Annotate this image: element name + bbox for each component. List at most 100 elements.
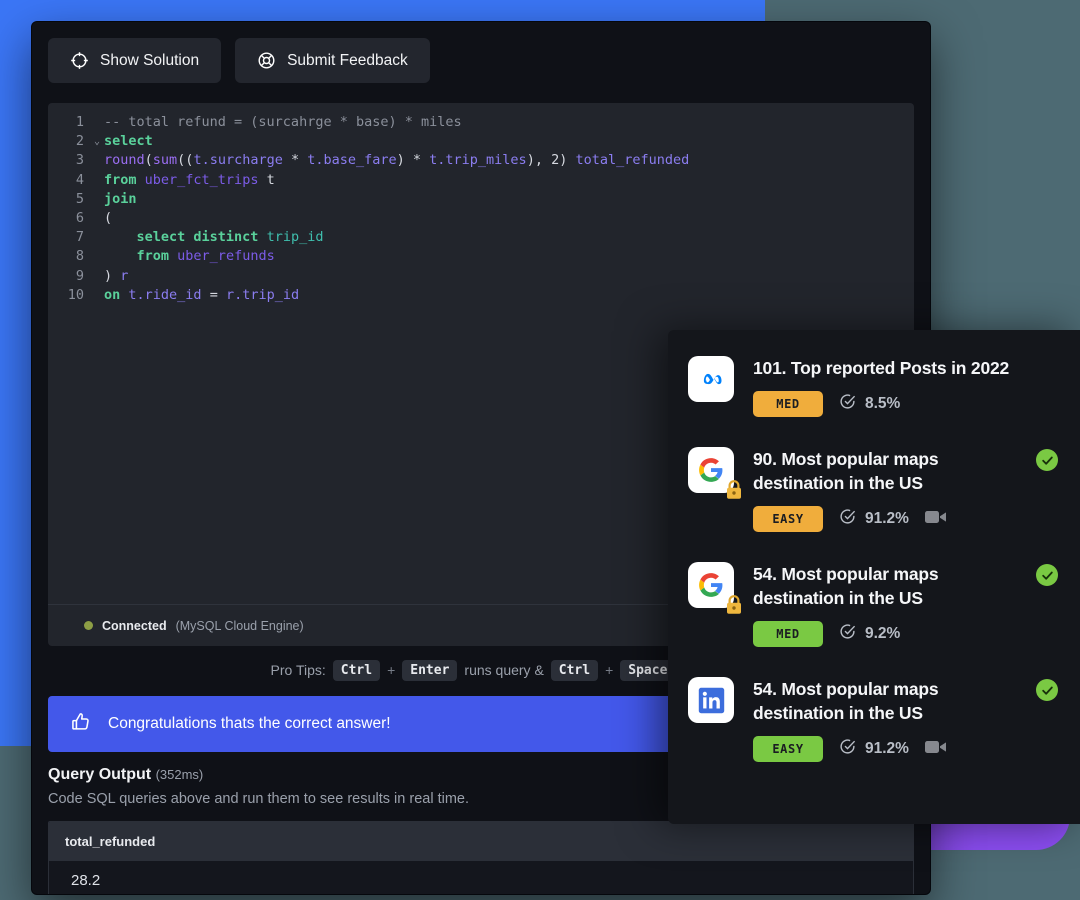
- pro-tips-middle: runs query &: [464, 662, 544, 678]
- problem-item-body: 54. Most popular maps destination in the…: [753, 677, 1060, 762]
- code-token: t.ride_id: [128, 286, 202, 303]
- check-circle-icon: [839, 508, 856, 530]
- code-line: 6(: [48, 209, 914, 228]
- code-line: 1 -- total refund = (surcahrge * base) * …: [48, 113, 914, 132]
- line-number: 6: [75, 210, 84, 227]
- problem-list-item[interactable]: 54. Most popular maps destination in the…: [668, 677, 1080, 762]
- line-number: 10: [67, 286, 84, 303]
- line-number: 1: [75, 114, 84, 130]
- plus-sign-2: +: [605, 662, 614, 678]
- code-token: ((: [177, 152, 194, 169]
- code-token: trip_id: [266, 229, 324, 246]
- query-output-time: (352ms): [155, 767, 204, 782]
- line-number: 3: [75, 152, 84, 169]
- acceptance-rate-value: 91.2%: [865, 740, 909, 757]
- acceptance-rate-value: 9.2%: [865, 625, 901, 642]
- code-token: t.trip_miles: [429, 152, 527, 169]
- fold-toggle-icon: [90, 151, 104, 170]
- line-number: 4: [75, 171, 84, 188]
- difficulty-badge: EASY: [753, 506, 823, 532]
- submit-feedback-button[interactable]: Submit Feedback: [235, 38, 430, 83]
- code-token: join: [104, 190, 137, 207]
- video-icon[interactable]: [924, 509, 947, 530]
- lock-icon: [725, 595, 743, 615]
- fold-toggle-icon: [90, 247, 104, 266]
- code-token: (: [144, 152, 153, 169]
- code-token: from: [136, 248, 170, 265]
- video-icon[interactable]: [924, 739, 947, 760]
- code-line: 2 ⌄ select: [48, 132, 914, 151]
- results-table: total_refunded 28.2: [48, 821, 914, 894]
- code-token: t.base_fare: [307, 152, 397, 169]
- line-number: 5: [75, 190, 84, 207]
- acceptance-rate: 8.5%: [839, 393, 900, 415]
- code-line: 7 select distinct trip_id: [48, 228, 914, 247]
- status-dot-icon: [84, 621, 93, 630]
- code-token: r: [120, 267, 129, 284]
- code-token: select distinct: [136, 229, 259, 246]
- completed-check-icon: [1036, 449, 1058, 471]
- code-token: from: [104, 171, 137, 188]
- code-token: ): [559, 152, 576, 169]
- meta-logo: [688, 356, 734, 402]
- code-token: uber_fct_trips: [144, 171, 259, 188]
- show-solution-label: Show Solution: [100, 51, 200, 69]
- line-number: 2: [75, 133, 84, 150]
- code-line: 5 join: [48, 190, 914, 209]
- problem-list-card: 101. Top reported Posts in 2022 MED 8.5% 90…: [668, 330, 1080, 824]
- kbd-ctrl-2: Ctrl: [550, 659, 599, 681]
- code-token: -- total refund = (surcahrge * base) * m…: [104, 114, 462, 130]
- check-circle-icon: [839, 738, 856, 760]
- check-circle-icon: [839, 393, 856, 415]
- code-token: total_refunded: [575, 152, 690, 169]
- fold-toggle-icon[interactable]: ⌄: [90, 132, 104, 151]
- kbd-ctrl-1: Ctrl: [332, 659, 381, 681]
- problem-title: 101. Top reported Posts in 2022: [753, 358, 1010, 378]
- code-token: =: [201, 286, 226, 303]
- crosshair-icon: [70, 51, 89, 70]
- problem-meta: MED 8.5%: [753, 391, 1060, 417]
- fold-toggle-icon: [90, 190, 104, 209]
- code-token: (: [104, 210, 113, 227]
- table-row: 28.2: [49, 861, 913, 894]
- line-number: 9: [75, 267, 84, 284]
- code-token: ) *: [396, 152, 430, 169]
- show-solution-button[interactable]: Show Solution: [48, 38, 222, 83]
- problem-list-item[interactable]: 90. Most popular maps destination in the…: [668, 447, 1080, 532]
- problem-item-body: 101. Top reported Posts in 2022 MED 8.5%: [753, 356, 1060, 417]
- code-token: select: [104, 133, 153, 150]
- acceptance-rate: 91.2%: [839, 738, 909, 760]
- code-token: on: [104, 286, 121, 303]
- code-token: *: [282, 152, 308, 169]
- problem-list-item[interactable]: 101. Top reported Posts in 2022 MED 8.5%: [668, 356, 1080, 417]
- code-line: 9) r: [48, 267, 914, 286]
- acceptance-rate-value: 8.5%: [865, 395, 901, 412]
- problem-title: 90. Most popular maps destination in the…: [753, 449, 939, 493]
- video-icon: [924, 740, 946, 753]
- acceptance-rate: 91.2%: [839, 508, 909, 530]
- completed-check-icon: [1036, 564, 1058, 586]
- company-logo-wrap: [688, 677, 734, 723]
- check-circle-icon: [839, 623, 856, 645]
- problem-list-item[interactable]: 54. Most popular maps destination in the…: [668, 562, 1080, 647]
- code-token: t: [258, 171, 275, 188]
- problem-meta: EASY 91.2%: [753, 736, 1060, 762]
- plus-sign-1: +: [387, 662, 396, 678]
- problem-list: 101. Top reported Posts in 2022 MED 8.5% 90…: [668, 356, 1080, 762]
- acceptance-rate: 9.2%: [839, 623, 900, 645]
- fold-toggle-icon: [90, 228, 104, 247]
- query-output-title-text: Query Output: [48, 766, 152, 783]
- code-token: uber_refunds: [177, 248, 275, 265]
- connection-status-label: Connected: [102, 618, 167, 633]
- editor-toolbar: Show Solution Submit Feedback: [32, 22, 930, 93]
- difficulty-badge: MED: [753, 621, 823, 647]
- line-number: 8: [75, 248, 84, 265]
- code-line: 3 round(sum((t.surcharge * t.base_fare) *…: [48, 151, 914, 170]
- pro-tips-prefix: Pro Tips:: [270, 662, 326, 678]
- code-line: 4 from uber_fct_trips t: [48, 171, 914, 190]
- code-token: 2: [551, 152, 560, 169]
- code-token: sum: [152, 152, 178, 169]
